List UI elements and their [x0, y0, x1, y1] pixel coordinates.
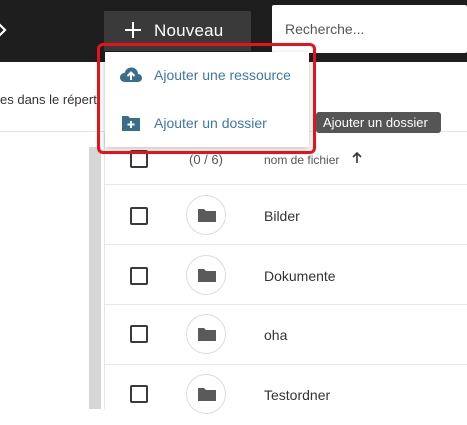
file-name[interactable]: Testordner: [264, 387, 330, 403]
file-name[interactable]: Bilder: [264, 208, 300, 224]
file-table: (0 / 6) nom de fichier Bilder Dokumente …: [104, 133, 467, 414]
scrollbar[interactable]: [89, 147, 101, 409]
table-row[interactable]: Bilder: [105, 185, 467, 245]
annotation-highlight-box: [97, 43, 316, 154]
arrow-up-icon[interactable]: [352, 152, 362, 164]
plus-icon: [125, 22, 141, 38]
row-checkbox[interactable]: [130, 207, 148, 225]
folder-icon: [186, 195, 226, 235]
table-row[interactable]: Testordner: [105, 365, 467, 425]
chevron-right-icon[interactable]: [0, 22, 8, 38]
row-checkbox[interactable]: [130, 267, 148, 285]
table-row[interactable]: Dokumente: [105, 245, 467, 305]
row-checkbox[interactable]: [130, 385, 148, 403]
file-name[interactable]: Dokumente: [264, 268, 336, 284]
folder-icon: [186, 374, 226, 414]
row-checkbox[interactable]: [130, 325, 148, 343]
file-name[interactable]: oha: [264, 327, 287, 343]
breadcrumb: es dans le répert: [0, 92, 97, 107]
folder-icon: [186, 314, 226, 354]
column-header-filename[interactable]: nom de fichier: [264, 153, 339, 167]
folder-icon: [186, 255, 226, 295]
left-pane: [0, 133, 89, 409]
selection-count: (0 / 6): [189, 152, 223, 167]
table-row[interactable]: oha: [105, 305, 467, 365]
tooltip: Ajouter un dossier: [316, 112, 441, 133]
new-button-label: Nouveau: [154, 21, 224, 40]
